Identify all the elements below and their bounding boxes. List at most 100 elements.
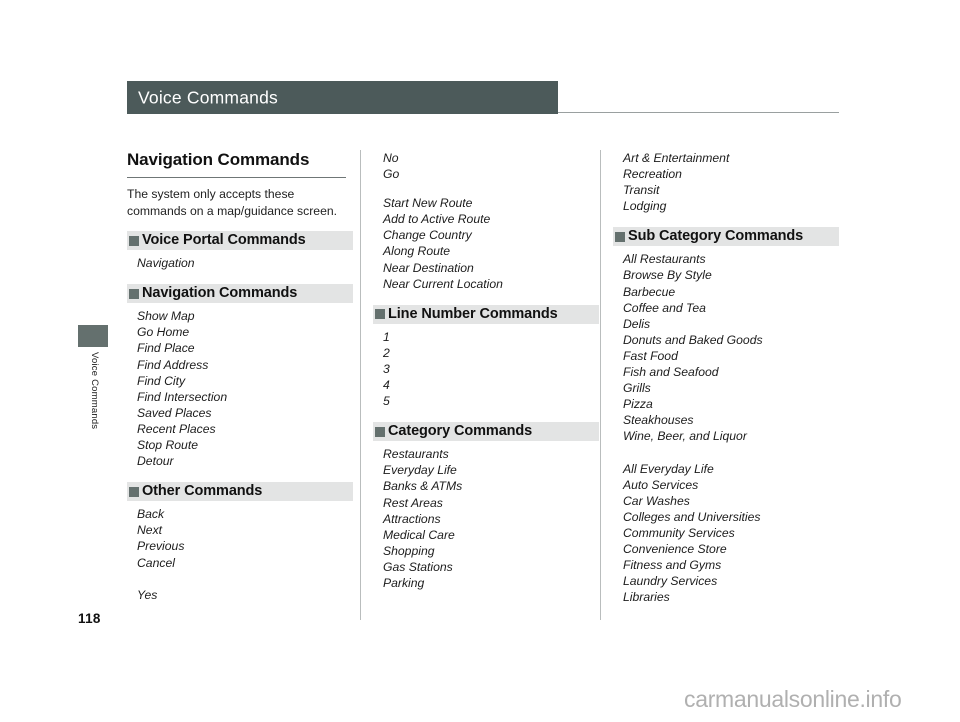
square-bullet-icon bbox=[615, 231, 625, 242]
command-list-item: Go Home bbox=[137, 325, 190, 340]
command-list-item: Delis bbox=[623, 316, 651, 331]
command-list-item: Restaurants bbox=[383, 447, 449, 462]
command-list-item: Change Country bbox=[383, 228, 472, 243]
command-list-item: All Everyday Life bbox=[623, 461, 714, 476]
command-list-category-continued: Art & Entertainment Recreation Transit Lodg… bbox=[613, 150, 839, 214]
command-list-item: Fitness and Gyms bbox=[623, 558, 722, 573]
command-list-sub-category: All Restaurants Browse By Style Barbecue Co… bbox=[613, 251, 839, 605]
column-divider-1 bbox=[360, 150, 361, 620]
command-list-item: Saved Places bbox=[137, 405, 212, 420]
square-bullet-icon bbox=[129, 235, 139, 246]
subsection-heading-label: Voice Portal Commands bbox=[142, 232, 306, 249]
command-list-line-number: 123 45 bbox=[373, 329, 599, 409]
command-list-item: All Restaurants bbox=[623, 252, 706, 267]
square-bullet-icon bbox=[375, 426, 385, 437]
command-list-item: Banks & ATMs bbox=[383, 479, 463, 494]
command-list-item: Stop Route bbox=[137, 438, 198, 453]
command-list-item: Find Intersection bbox=[137, 389, 228, 404]
command-list-item bbox=[613, 445, 839, 461]
command-list-item: Lodging bbox=[623, 199, 667, 214]
command-list-item: Medical Care bbox=[383, 527, 455, 542]
command-list-item: Wine, Beer, and Liquor bbox=[623, 429, 747, 444]
command-list-item: Attractions bbox=[383, 511, 441, 526]
command-list-item: Find Place bbox=[137, 341, 195, 356]
command-list-item: Previous bbox=[137, 539, 185, 554]
command-list-item: Along Route bbox=[383, 244, 451, 259]
command-list-item: Auto Services bbox=[623, 477, 699, 492]
command-list-item: Laundry Services bbox=[623, 574, 718, 589]
command-list-item: Recreation bbox=[623, 167, 682, 182]
command-list-item: Yes bbox=[137, 587, 158, 602]
subsection-heading-label: Other Commands bbox=[142, 483, 263, 500]
column-right: Art & Entertainment Recreation Transit Lodg… bbox=[613, 150, 839, 620]
subsection-heading-navigation: Navigation Commands bbox=[127, 284, 353, 304]
command-list-category: Restaurants Everyday Life Banks & ATMs Rest… bbox=[373, 446, 599, 591]
page-title-bar: Voice Commands bbox=[127, 81, 558, 114]
command-list-item: Near Current Location bbox=[383, 276, 503, 291]
command-list-item: Show Map bbox=[137, 309, 195, 324]
chapter-tab-marker bbox=[78, 325, 108, 347]
command-list-item: Rest Areas bbox=[383, 495, 443, 510]
content-columns: Navigation Commands The system only acce… bbox=[127, 150, 839, 620]
intro-paragraph: The system only accepts these commands o… bbox=[127, 187, 338, 218]
command-list-item: Transit bbox=[623, 183, 660, 198]
command-list-item: Pizza bbox=[623, 397, 653, 412]
subsection-heading-category: Category Commands bbox=[373, 422, 599, 442]
command-list-item: 5 bbox=[383, 394, 390, 409]
manual-page: Voice Commands Voice Commands 118 carman… bbox=[0, 0, 960, 722]
command-list-item: 2 bbox=[383, 345, 390, 360]
command-list-item: Detour bbox=[137, 454, 174, 469]
command-list-item: Convenience Store bbox=[623, 542, 727, 557]
command-list-item: Community Services bbox=[623, 525, 735, 540]
command-list-item: Next bbox=[137, 523, 163, 538]
command-list-item: 3 bbox=[383, 361, 390, 376]
chapter-tab-label: Voice Commands bbox=[89, 352, 100, 430]
column-divider-2 bbox=[600, 150, 601, 620]
command-list-item: Browse By Style bbox=[623, 268, 712, 283]
page-title: Voice Commands bbox=[138, 87, 278, 107]
command-list-voice-portal: Navigation bbox=[127, 255, 353, 271]
page-number: 118 bbox=[78, 611, 101, 626]
command-list-item: Grills bbox=[623, 381, 651, 396]
subsection-heading-label: Line Number Commands bbox=[388, 305, 558, 322]
title-horizontal-rule bbox=[558, 112, 839, 113]
command-list-item: Donuts and Baked Goods bbox=[623, 332, 763, 347]
command-list-item: 1 bbox=[383, 329, 390, 344]
square-bullet-icon bbox=[375, 309, 385, 320]
command-list-item: Everyday Life bbox=[383, 463, 457, 478]
subsection-heading-label: Category Commands bbox=[388, 423, 533, 440]
section-title-rule bbox=[127, 177, 346, 178]
command-list-item: Barbecue bbox=[623, 284, 676, 299]
command-list-continued-route: Start New Route Add to Active Route Change… bbox=[373, 195, 599, 292]
subsection-heading-label: Navigation Commands bbox=[142, 285, 298, 302]
command-list-item: Gas Stations bbox=[383, 559, 453, 574]
command-list-item: Shopping bbox=[383, 543, 435, 558]
subsection-heading-voice-portal: Voice Portal Commands bbox=[127, 231, 353, 251]
command-list-continued-yesno: No Go bbox=[373, 150, 599, 182]
command-list-item: Parking bbox=[383, 575, 425, 590]
column-left: Navigation Commands The system only acce… bbox=[127, 150, 353, 620]
command-list-item: Go bbox=[383, 167, 400, 182]
square-bullet-icon bbox=[129, 486, 139, 497]
command-list-item: Back bbox=[137, 507, 165, 522]
command-list-other: Back Next Previous Cancel Yes bbox=[127, 506, 353, 603]
command-list-item: 4 bbox=[383, 378, 390, 393]
command-list-item: Cancel bbox=[137, 555, 175, 570]
section-title: Navigation Commands bbox=[127, 150, 310, 169]
subsection-heading-line-number: Line Number Commands bbox=[373, 304, 599, 324]
command-list-item: No bbox=[383, 151, 399, 165]
command-list-item: Fast Food bbox=[623, 348, 678, 363]
column-middle: No Go Start New Route Add to Active Route C… bbox=[373, 150, 599, 620]
subsection-heading-label: Sub Category Commands bbox=[628, 228, 804, 245]
command-list-item: Libraries bbox=[623, 590, 670, 605]
command-list-item: Start New Route bbox=[383, 196, 473, 211]
command-list-item: Recent Places bbox=[137, 421, 216, 436]
command-list-item: Navigation bbox=[137, 256, 195, 271]
command-list-item: Near Destination bbox=[383, 260, 474, 275]
command-list-item: Colleges and Universities bbox=[623, 509, 761, 524]
command-list-item: Art & Entertainment bbox=[623, 151, 730, 165]
command-list-item bbox=[127, 571, 353, 587]
command-list-item: Fish and Seafood bbox=[623, 365, 719, 380]
command-list-navigation: Show Map Go Home Find Place Find Address Fin… bbox=[127, 308, 353, 469]
subsection-heading-other: Other Commands bbox=[127, 482, 353, 502]
